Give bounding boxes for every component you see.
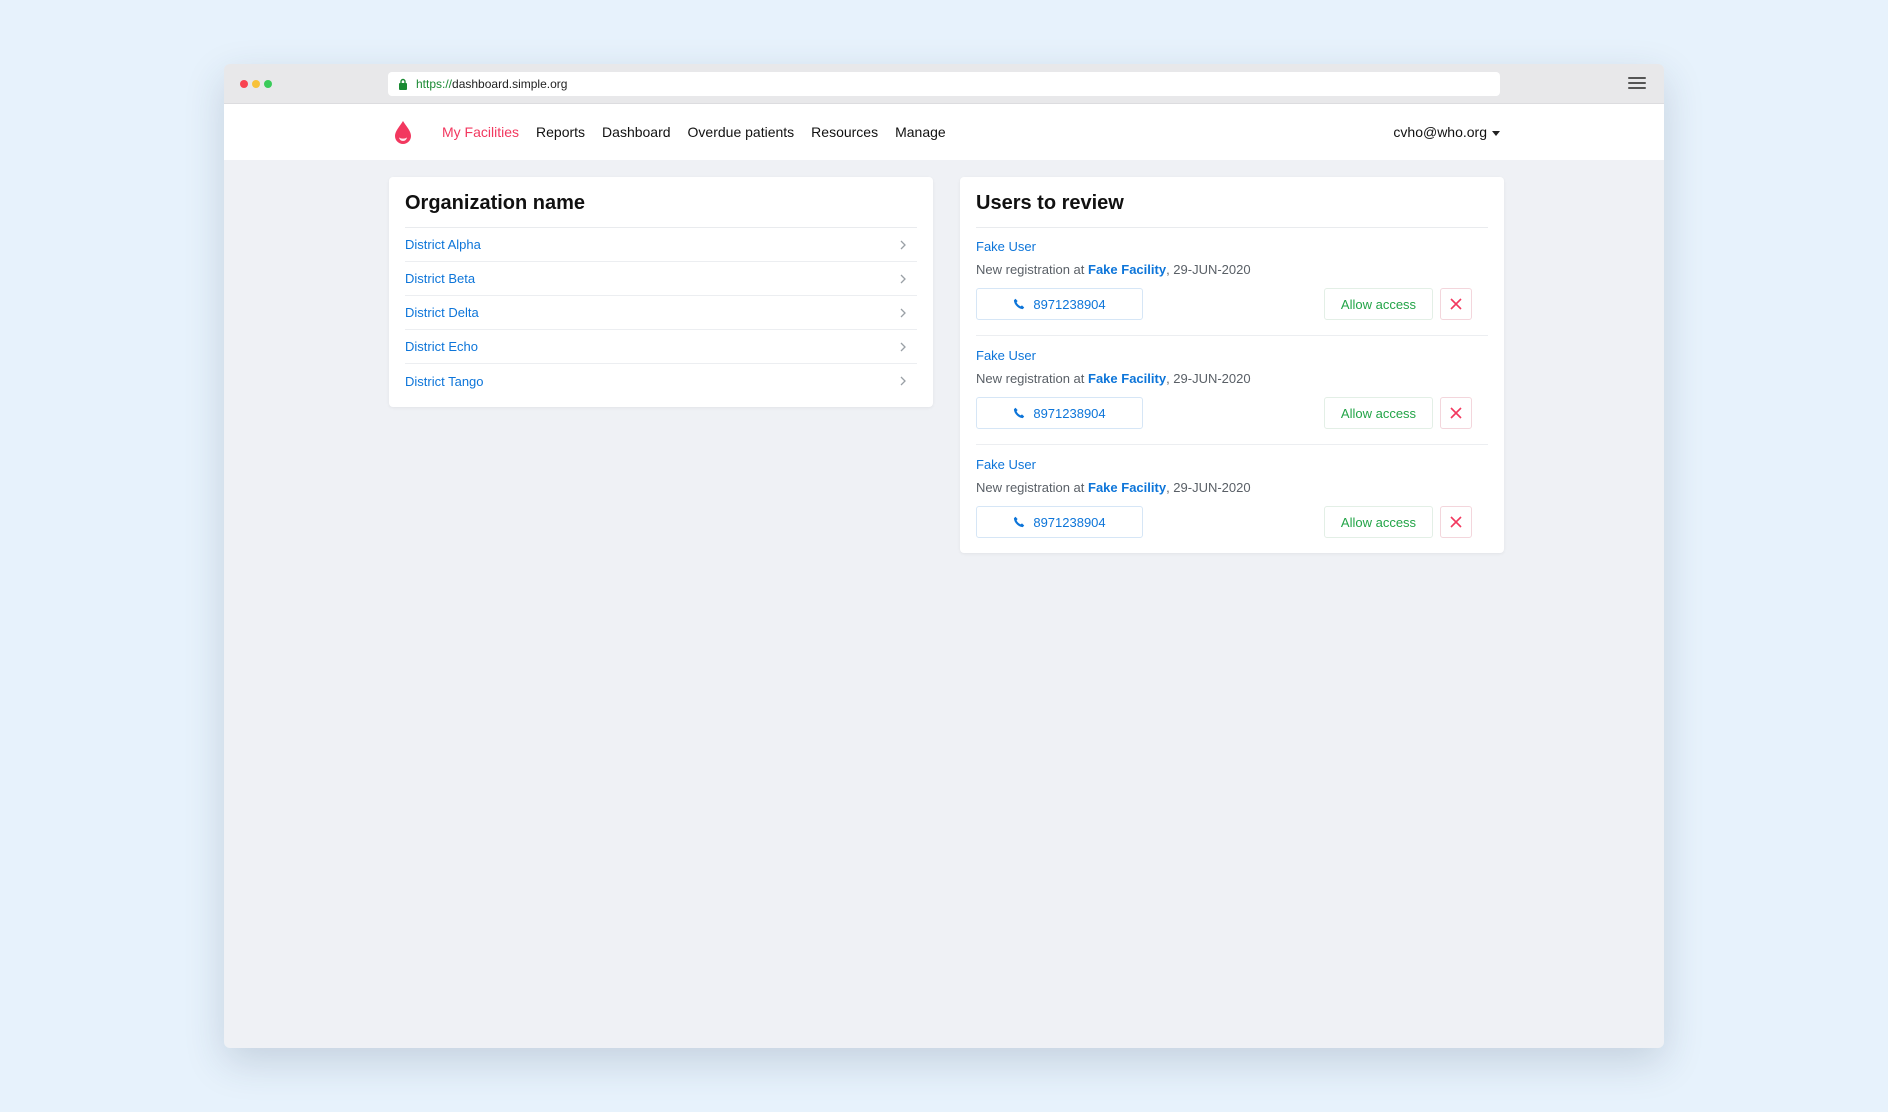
- nav-my-facilities[interactable]: My Facilities: [442, 124, 519, 140]
- district-name[interactable]: District Beta: [405, 271, 475, 286]
- registration-prefix: New registration at: [976, 480, 1085, 495]
- allow-access-button[interactable]: Allow access: [1324, 397, 1433, 429]
- nav-manage[interactable]: Manage: [895, 124, 946, 140]
- facility-link[interactable]: Fake Facility: [1088, 262, 1166, 277]
- registration-prefix: New registration at: [976, 371, 1085, 386]
- nav-reports[interactable]: Reports: [536, 124, 585, 140]
- browser-chrome: https://dashboard.simple.org: [224, 64, 1664, 104]
- organization-title: Organization name: [405, 192, 586, 214]
- district-name[interactable]: District Tango: [405, 374, 484, 389]
- maximize-window-dot[interactable]: [264, 80, 272, 88]
- address-bar[interactable]: https://dashboard.simple.org: [388, 72, 1500, 96]
- top-navbar: My Facilities Reports Dashboard Overdue …: [224, 104, 1664, 160]
- phone-number: 8971238904: [1033, 514, 1106, 530]
- district-name[interactable]: District Echo: [405, 339, 478, 354]
- user-name-link[interactable]: Fake User: [976, 239, 1036, 254]
- chevron-right-icon: [900, 376, 906, 386]
- review-user-item: Fake User New registration at Fake Facil…: [976, 446, 1488, 554]
- district-row[interactable]: District Delta: [405, 296, 917, 330]
- nav-overdue-patients[interactable]: Overdue patients: [688, 124, 795, 140]
- user-email: cvho@who.org: [1393, 124, 1487, 140]
- nav-dashboard[interactable]: Dashboard: [602, 124, 671, 140]
- user-name-link[interactable]: Fake User: [976, 348, 1036, 363]
- caret-down-icon: [1492, 130, 1500, 136]
- allow-access-button[interactable]: Allow access: [1324, 506, 1433, 538]
- hamburger-icon[interactable]: [1628, 77, 1646, 91]
- review-user-item: Fake User New registration at Fake Facil…: [976, 228, 1488, 336]
- organization-card: Organization name District Alpha Distric…: [389, 177, 933, 407]
- close-icon: [1450, 516, 1462, 528]
- registration-info: New registration at Fake Facility, 29-JU…: [976, 480, 1251, 495]
- chevron-right-icon: [900, 240, 906, 249]
- district-row[interactable]: District Tango: [405, 364, 917, 398]
- chevron-right-icon: [900, 308, 906, 317]
- registration-date: , 29-JUN-2020: [1166, 371, 1251, 386]
- blood-drop-icon[interactable]: [394, 120, 412, 144]
- phone-icon: [1014, 298, 1025, 310]
- district-row[interactable]: District Beta: [405, 262, 917, 296]
- registration-info: New registration at Fake Facility, 29-JU…: [976, 371, 1251, 386]
- lock-icon: [399, 78, 407, 90]
- call-phone-button[interactable]: 8971238904: [976, 506, 1143, 538]
- nav-resources[interactable]: Resources: [811, 124, 878, 140]
- district-name[interactable]: District Delta: [405, 305, 479, 320]
- review-user-item: Fake User New registration at Fake Facil…: [976, 337, 1488, 445]
- allow-access-button[interactable]: Allow access: [1324, 288, 1433, 320]
- nav-menu: My Facilities Reports Dashboard Overdue …: [442, 104, 946, 160]
- registration-date: , 29-JUN-2020: [1166, 262, 1251, 277]
- district-list: District Alpha District Beta District De…: [405, 227, 917, 398]
- minimize-window-dot[interactable]: [252, 80, 260, 88]
- user-account-menu[interactable]: cvho@who.org: [1393, 104, 1500, 160]
- user-name-link[interactable]: Fake User: [976, 457, 1036, 472]
- registration-info: New registration at Fake Facility, 29-JU…: [976, 262, 1251, 277]
- users-review-card: Users to review Fake User New registrati…: [960, 177, 1504, 553]
- deny-access-button[interactable]: [1440, 506, 1472, 538]
- close-icon: [1450, 298, 1462, 310]
- url-scheme: https://: [416, 77, 453, 91]
- district-name[interactable]: District Alpha: [405, 237, 481, 252]
- call-phone-button[interactable]: 8971238904: [976, 397, 1143, 429]
- browser-window: https://dashboard.simple.org My Faciliti…: [224, 64, 1664, 1048]
- url-host: dashboard.simple.org: [452, 77, 568, 91]
- district-row[interactable]: District Echo: [405, 330, 917, 364]
- facility-link[interactable]: Fake Facility: [1088, 480, 1166, 495]
- phone-icon: [1014, 407, 1025, 419]
- review-title: Users to review: [976, 192, 1124, 214]
- chevron-right-icon: [900, 342, 906, 351]
- phone-number: 8971238904: [1033, 405, 1106, 421]
- phone-icon: [1014, 516, 1025, 528]
- phone-number: 8971238904: [1033, 296, 1106, 312]
- facility-link[interactable]: Fake Facility: [1088, 371, 1166, 386]
- chevron-right-icon: [900, 274, 906, 283]
- registration-date: , 29-JUN-2020: [1166, 480, 1251, 495]
- deny-access-button[interactable]: [1440, 397, 1472, 429]
- deny-access-button[interactable]: [1440, 288, 1472, 320]
- close-icon: [1450, 407, 1462, 419]
- close-window-dot[interactable]: [240, 80, 248, 88]
- district-row[interactable]: District Alpha: [405, 228, 917, 262]
- call-phone-button[interactable]: 8971238904: [976, 288, 1143, 320]
- registration-prefix: New registration at: [976, 262, 1085, 277]
